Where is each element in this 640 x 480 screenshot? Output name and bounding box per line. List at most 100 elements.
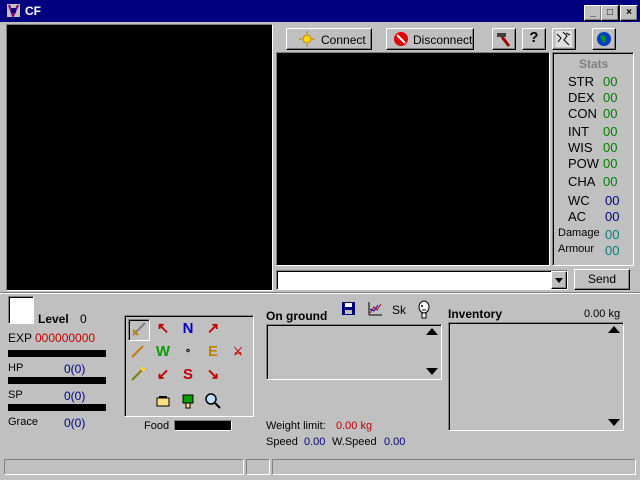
damage-label: Damage — [558, 227, 600, 239]
exp-label: EXP — [8, 331, 33, 345]
exp-bar — [8, 350, 106, 357]
damage-value: 00 — [605, 227, 620, 242]
stat-label-con: CON — [568, 106, 597, 121]
armour-value: 00 — [605, 243, 620, 258]
question-icon: ? — [529, 29, 539, 46]
food-label: Food — [144, 420, 170, 432]
connect-label: Connect — [321, 33, 366, 47]
globe-button[interactable] — [592, 28, 616, 50]
stat-value-pow: 00 — [603, 156, 618, 171]
map-view[interactable] — [6, 24, 273, 291]
level-label: Level — [38, 312, 69, 326]
south-west-arrow-icon[interactable]: ↙ — [153, 365, 173, 385]
minimize-button[interactable]: _ — [584, 5, 602, 21]
south-east-arrow-icon[interactable]: ↘ — [203, 365, 223, 385]
sp-bar — [8, 404, 106, 411]
sword-icon[interactable] — [128, 319, 150, 341]
fight-icon[interactable]: ⚔ — [228, 342, 248, 362]
stat-value-str: 00 — [603, 74, 618, 89]
hand-icon[interactable] — [153, 392, 173, 412]
send-button[interactable]: Send — [574, 269, 630, 290]
character-portrait — [8, 296, 34, 324]
scroll-down-icon[interactable] — [426, 368, 438, 375]
close-button[interactable]: × — [620, 5, 638, 21]
scroll-up-icon[interactable] — [608, 326, 620, 333]
ground-scrollbar[interactable] — [425, 326, 439, 378]
wspeed-label: W.Speed — [332, 436, 377, 448]
ac-label: AC — [568, 209, 587, 224]
west-icon[interactable]: W — [153, 342, 173, 362]
stat-value-con: 00 — [603, 106, 618, 121]
stat-label-str: STR — [568, 74, 594, 89]
stop-icon — [393, 31, 409, 50]
thumb-icon[interactable] — [178, 392, 198, 412]
on-ground-title: On ground — [266, 309, 328, 323]
inventory-scrollbar[interactable] — [607, 324, 621, 429]
stat-value-wis: 00 — [603, 140, 618, 155]
message-output[interactable] — [276, 52, 550, 266]
connect-button[interactable]: Connect — [286, 28, 372, 50]
wc-label: WC — [568, 193, 590, 208]
divider — [0, 293, 640, 294]
stat-label-dex: DEX — [568, 90, 595, 105]
stat-value-cha: 00 — [603, 174, 618, 189]
stat-value-dex: 00 — [603, 90, 618, 105]
rod-icon[interactable] — [128, 365, 148, 385]
maximize-button[interactable]: □ — [601, 5, 619, 21]
magnifier-icon[interactable] — [203, 392, 223, 412]
food-bar — [174, 420, 232, 431]
status-bar-main — [4, 459, 244, 475]
hammer-icon — [495, 33, 513, 51]
north-west-arrow-icon[interactable]: ↖ — [153, 319, 173, 339]
face-icon[interactable] — [416, 299, 432, 322]
east-icon[interactable]: E — [203, 342, 223, 362]
stat-value-int: 00 — [603, 124, 618, 139]
window-title: CF — [25, 4, 41, 18]
direction-pad: ↖ N ↗ W ∘ E ⚔ ↙ S ↘ — [124, 315, 254, 417]
map-icon — [555, 31, 573, 51]
inventory-title: Inventory — [448, 307, 503, 321]
weight-limit-value: 0.00 kg — [336, 420, 373, 432]
exp-value: 000000000 — [35, 331, 96, 345]
stat-label-int: INT — [568, 124, 589, 139]
status-bar-cell — [246, 459, 270, 475]
stay-icon[interactable]: ∘ — [178, 342, 198, 362]
scroll-down-icon[interactable] — [608, 419, 620, 426]
title-bar: CF _ □ × — [0, 0, 640, 22]
armour-label: Armour — [558, 243, 595, 255]
wand-icon[interactable] — [128, 342, 148, 362]
sp-label: SP — [8, 389, 23, 401]
disconnect-button[interactable]: Disconnect — [386, 28, 474, 50]
hp-bar — [8, 377, 106, 384]
wspeed-value: 0.00 — [384, 436, 406, 448]
grace-label: Grace — [8, 416, 38, 428]
chevron-down-icon — [555, 278, 563, 283]
tools-button[interactable] — [492, 28, 516, 50]
command-combobox[interactable] — [276, 270, 568, 290]
north-icon[interactable]: N — [178, 319, 198, 339]
command-dropdown-button[interactable] — [551, 271, 567, 289]
ground-list[interactable] — [266, 324, 442, 380]
disconnect-label: Disconnect — [413, 33, 473, 47]
chart-icon[interactable] — [367, 301, 383, 319]
map-button[interactable] — [552, 28, 576, 50]
save-icon[interactable] — [341, 301, 356, 319]
stat-label-pow: POW — [568, 156, 600, 171]
grace-value: 0(0) — [64, 416, 86, 430]
help-button[interactable]: ? — [522, 28, 546, 50]
inventory-weight: 0.00 kg — [584, 308, 621, 320]
sp-value: 0(0) — [64, 389, 86, 403]
south-icon[interactable]: S — [178, 365, 198, 385]
stat-label-wis: WIS — [568, 140, 593, 155]
wc-value: 00 — [605, 193, 620, 208]
sun-icon — [299, 31, 315, 50]
globe-icon — [595, 32, 613, 51]
hp-value: 0(0) — [64, 362, 86, 376]
command-input[interactable] — [279, 272, 547, 286]
skills-button[interactable]: Sk — [392, 303, 406, 317]
scroll-up-icon[interactable] — [426, 328, 438, 335]
north-east-arrow-icon[interactable]: ↗ — [203, 319, 223, 339]
inventory-list[interactable] — [448, 322, 624, 431]
app-icon — [6, 3, 21, 19]
stat-label-cha: CHA — [568, 174, 596, 189]
